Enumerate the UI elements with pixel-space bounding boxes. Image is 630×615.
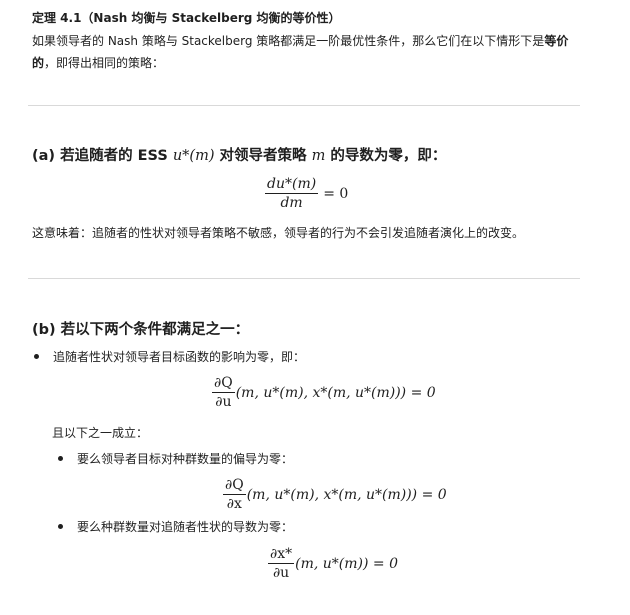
divider bbox=[28, 105, 580, 106]
bullet-icon bbox=[58, 524, 63, 529]
equation-b1: ∂Q ∂u (m, u*(m), x*(m, u*(m))) = 0 bbox=[212, 375, 436, 410]
bullet-text: 要么种群数量对追随者性状的导数为零： bbox=[77, 520, 294, 534]
intro-bold-equivalent: 等价 bbox=[544, 34, 569, 48]
section-a-heading-suffix: 的导数为零，即： bbox=[325, 148, 447, 164]
fraction: ∂x* ∂u bbox=[268, 546, 295, 581]
section-a-heading-math: u*(m) bbox=[172, 148, 215, 164]
list-item: 要么种群数量对追随者性状的导数为零： bbox=[58, 518, 293, 535]
theorem-statement: 如果领导者的 Nash 策略与 Stackelberg 策略都满足一阶最优性条件… bbox=[32, 30, 592, 74]
theorem-title: 定理 4.1（Nash 均衡与 Stackelberg 均衡的等价性） bbox=[32, 11, 341, 25]
and-text: 且以下之一成立： bbox=[52, 426, 149, 440]
equation-b3: ∂x* ∂u (m, u*(m)) = 0 bbox=[268, 546, 398, 581]
bullet-icon bbox=[34, 354, 39, 359]
equation-body: (m, u*(m), x*(m, u*(m))) = 0 bbox=[246, 486, 447, 503]
bullet-icon bbox=[58, 456, 63, 461]
section-a-meaning: 这意味着：追随者的性状对领导者策略不敏感，领导者的行为不会引发追随者演化上的改变… bbox=[32, 226, 525, 240]
fraction-denominator: ∂u bbox=[272, 565, 290, 581]
fraction-numerator: du*(m) bbox=[265, 176, 319, 194]
section-a-heading: (a) 若追随者的 ESS u*(m) 对领导者策略 m 的导数为零，即： bbox=[32, 144, 446, 165]
intro-text: 如果领导者的 Nash 策略与 Stackelberg 策略都满足一阶最优性条件… bbox=[32, 34, 545, 48]
equation-rhs: = 0 bbox=[323, 185, 349, 202]
fraction: ∂Q ∂u bbox=[212, 375, 235, 410]
section-a-heading-mid: 对领导者策略 bbox=[214, 148, 312, 164]
bullet-text: 要么领导者目标对种群数量的偏导为零： bbox=[77, 452, 294, 466]
equation-a: du*(m) dm = 0 bbox=[265, 176, 348, 211]
fraction-numerator: ∂x* bbox=[268, 546, 295, 564]
intro-end: ，即得出相同的策略： bbox=[44, 56, 165, 70]
list-item: 追随者性状对领导者目标函数的影响为零，即： bbox=[34, 348, 305, 365]
equation-body: (m, u*(m)) = 0 bbox=[295, 555, 398, 572]
fraction-numerator: ∂Q bbox=[212, 375, 235, 393]
fraction: du*(m) dm bbox=[265, 176, 319, 211]
section-a-heading-math2: m bbox=[311, 148, 326, 164]
divider bbox=[28, 278, 580, 279]
fraction-denominator: dm bbox=[280, 195, 303, 211]
fraction-denominator: ∂u bbox=[215, 394, 232, 410]
equation-b2: ∂Q ∂x (m, u*(m), x*(m, u*(m))) = 0 bbox=[223, 477, 447, 512]
equation-body: (m, u*(m), x*(m, u*(m))) = 0 bbox=[235, 384, 436, 401]
bullet-text: 追随者性状对领导者目标函数的影响为零，即： bbox=[53, 350, 306, 364]
section-a-heading-prefix: (a) 若追随者的 ESS bbox=[32, 148, 173, 164]
list-item: 要么领导者目标对种群数量的偏导为零： bbox=[58, 450, 293, 467]
fraction-denominator: ∂x bbox=[226, 496, 242, 512]
section-b-heading: (b) 若以下两个条件都满足之一： bbox=[32, 322, 250, 338]
intro-bold-de: 的 bbox=[32, 56, 45, 70]
fraction-numerator: ∂Q bbox=[223, 477, 246, 495]
fraction: ∂Q ∂x bbox=[223, 477, 246, 512]
